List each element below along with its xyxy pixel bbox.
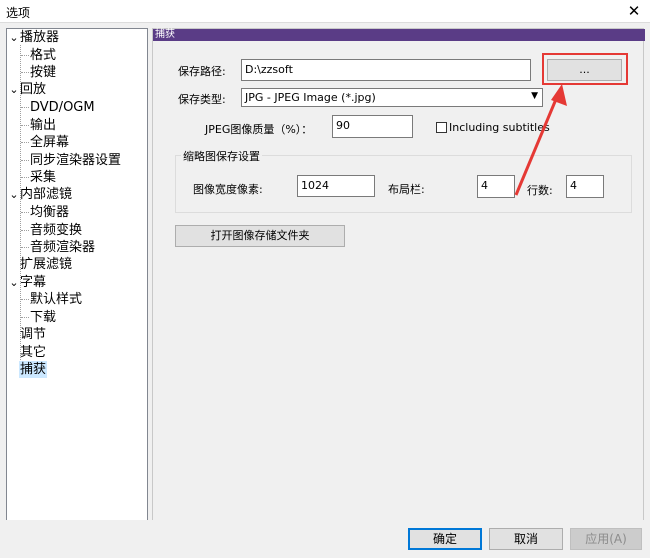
tree-item-label: 回放 — [20, 82, 47, 97]
tree-item-playback[interactable]: ⌄ 回放 — [7, 81, 47, 98]
close-icon[interactable]: ✕ — [624, 1, 644, 21]
tree-line — [21, 55, 29, 56]
tree-line — [21, 160, 29, 161]
tree-item-subtitles[interactable]: ⌄ 字幕 — [7, 274, 47, 291]
tree-item-external-filters[interactable]: 扩展滤镜 — [19, 256, 73, 273]
tree-item-sync-renderer[interactable]: 同步渲染器设置 — [29, 152, 122, 169]
save-type-value: JPG - JPEG Image (*.jpg) — [245, 91, 376, 104]
including-subtitles-checkbox[interactable] — [436, 122, 447, 133]
tree-item-tweaks[interactable]: 调节 — [19, 326, 47, 343]
tree-line — [21, 299, 29, 300]
including-subtitles-label[interactable]: Including subtitles — [449, 121, 550, 134]
jpeg-quality-input[interactable]: 90 — [332, 115, 413, 138]
tree-item-player[interactable]: ⌄ 播放器 — [7, 29, 60, 46]
tree-item-label: 播放器 — [20, 30, 60, 45]
apply-button[interactable]: 应用(A) — [570, 528, 642, 550]
chevron-down-icon[interactable]: ⌄ — [9, 186, 19, 203]
tree-item-output[interactable]: 输出 — [29, 117, 57, 134]
layout-columns-label: 布局栏: — [388, 183, 425, 196]
tree-item-download[interactable]: 下载 — [29, 309, 57, 326]
ok-button[interactable]: 确定 — [408, 528, 482, 550]
image-width-label: 图像宽度像素: — [193, 183, 263, 196]
rows-input[interactable]: 4 — [566, 175, 604, 198]
cancel-button[interactable]: 取消 — [489, 528, 563, 550]
tree-line — [21, 317, 29, 318]
tree-item-fullscreen[interactable]: 全屏幕 — [29, 134, 70, 151]
tree-item-capture[interactable]: 捕获 — [19, 361, 48, 378]
tree-item-dvd-ogm[interactable]: DVD/OGM — [29, 99, 96, 116]
layout-columns-input[interactable]: 4 — [477, 175, 515, 198]
tree-line — [21, 177, 29, 178]
image-width-input[interactable]: 1024 — [297, 175, 375, 197]
tree-item-audio-renderer[interactable]: 音频渲染器 — [29, 239, 96, 256]
tree-item-equalizer[interactable]: 均衡器 — [29, 204, 70, 221]
chevron-down-icon[interactable]: ⌄ — [9, 29, 19, 46]
chevron-down-icon[interactable]: ⌄ — [9, 81, 19, 98]
options-tree[interactable]: ⌄ 播放器 格式 按键 ⌄ 回放 DVD/OGM 输出 全屏幕 同步渲染器设置 … — [6, 28, 148, 522]
tree-line — [21, 72, 29, 73]
capture-settings-panel: 捕获 保存路径: D:\zzsoft ... 保存类型: JPG - JPEG … — [152, 28, 645, 522]
open-image-folder-button[interactable]: 打开图像存储文件夹 — [175, 225, 345, 247]
annotation-highlight-box — [542, 53, 628, 85]
tree-item-audio-switcher[interactable]: 音频变换 — [29, 222, 83, 239]
tree-item-misc[interactable]: 其它 — [19, 344, 47, 361]
save-path-label: 保存路径: — [178, 65, 226, 78]
title-bar: 选项 ✕ — [0, 0, 650, 23]
tree-item-default-style[interactable]: 默认样式 — [29, 291, 83, 308]
tree-line — [21, 142, 29, 143]
save-path-input[interactable]: D:\zzsoft — [241, 59, 531, 81]
panel-header: 捕获 — [153, 29, 645, 41]
tree-line — [21, 125, 29, 126]
tree-line — [21, 247, 29, 248]
tree-item-capture-device[interactable]: 采集 — [29, 169, 57, 186]
tree-line — [21, 212, 29, 213]
chevron-down-icon[interactable]: ⌄ — [9, 274, 19, 291]
thumbnail-group-title: 缩略图保存设置 — [181, 148, 262, 164]
tree-line — [21, 107, 29, 108]
save-type-label: 保存类型: — [178, 93, 226, 106]
jpeg-quality-label: JPEG图像质量（%）： — [205, 123, 313, 136]
tree-item-label: 字幕 — [20, 275, 47, 290]
tree-line — [21, 230, 29, 231]
chevron-down-icon: ▼ — [531, 91, 538, 101]
tree-item-keys[interactable]: 按键 — [29, 64, 57, 81]
window-title: 选项 — [6, 6, 31, 20]
tree-item-internal-filters[interactable]: ⌄ 内部滤镜 — [7, 186, 73, 203]
rows-label: 行数: — [527, 184, 553, 197]
save-type-select[interactable]: JPG - JPEG Image (*.jpg) ▼ — [241, 88, 543, 107]
tree-item-label: 内部滤镜 — [20, 187, 73, 202]
tree-item-formats[interactable]: 格式 — [29, 47, 57, 64]
